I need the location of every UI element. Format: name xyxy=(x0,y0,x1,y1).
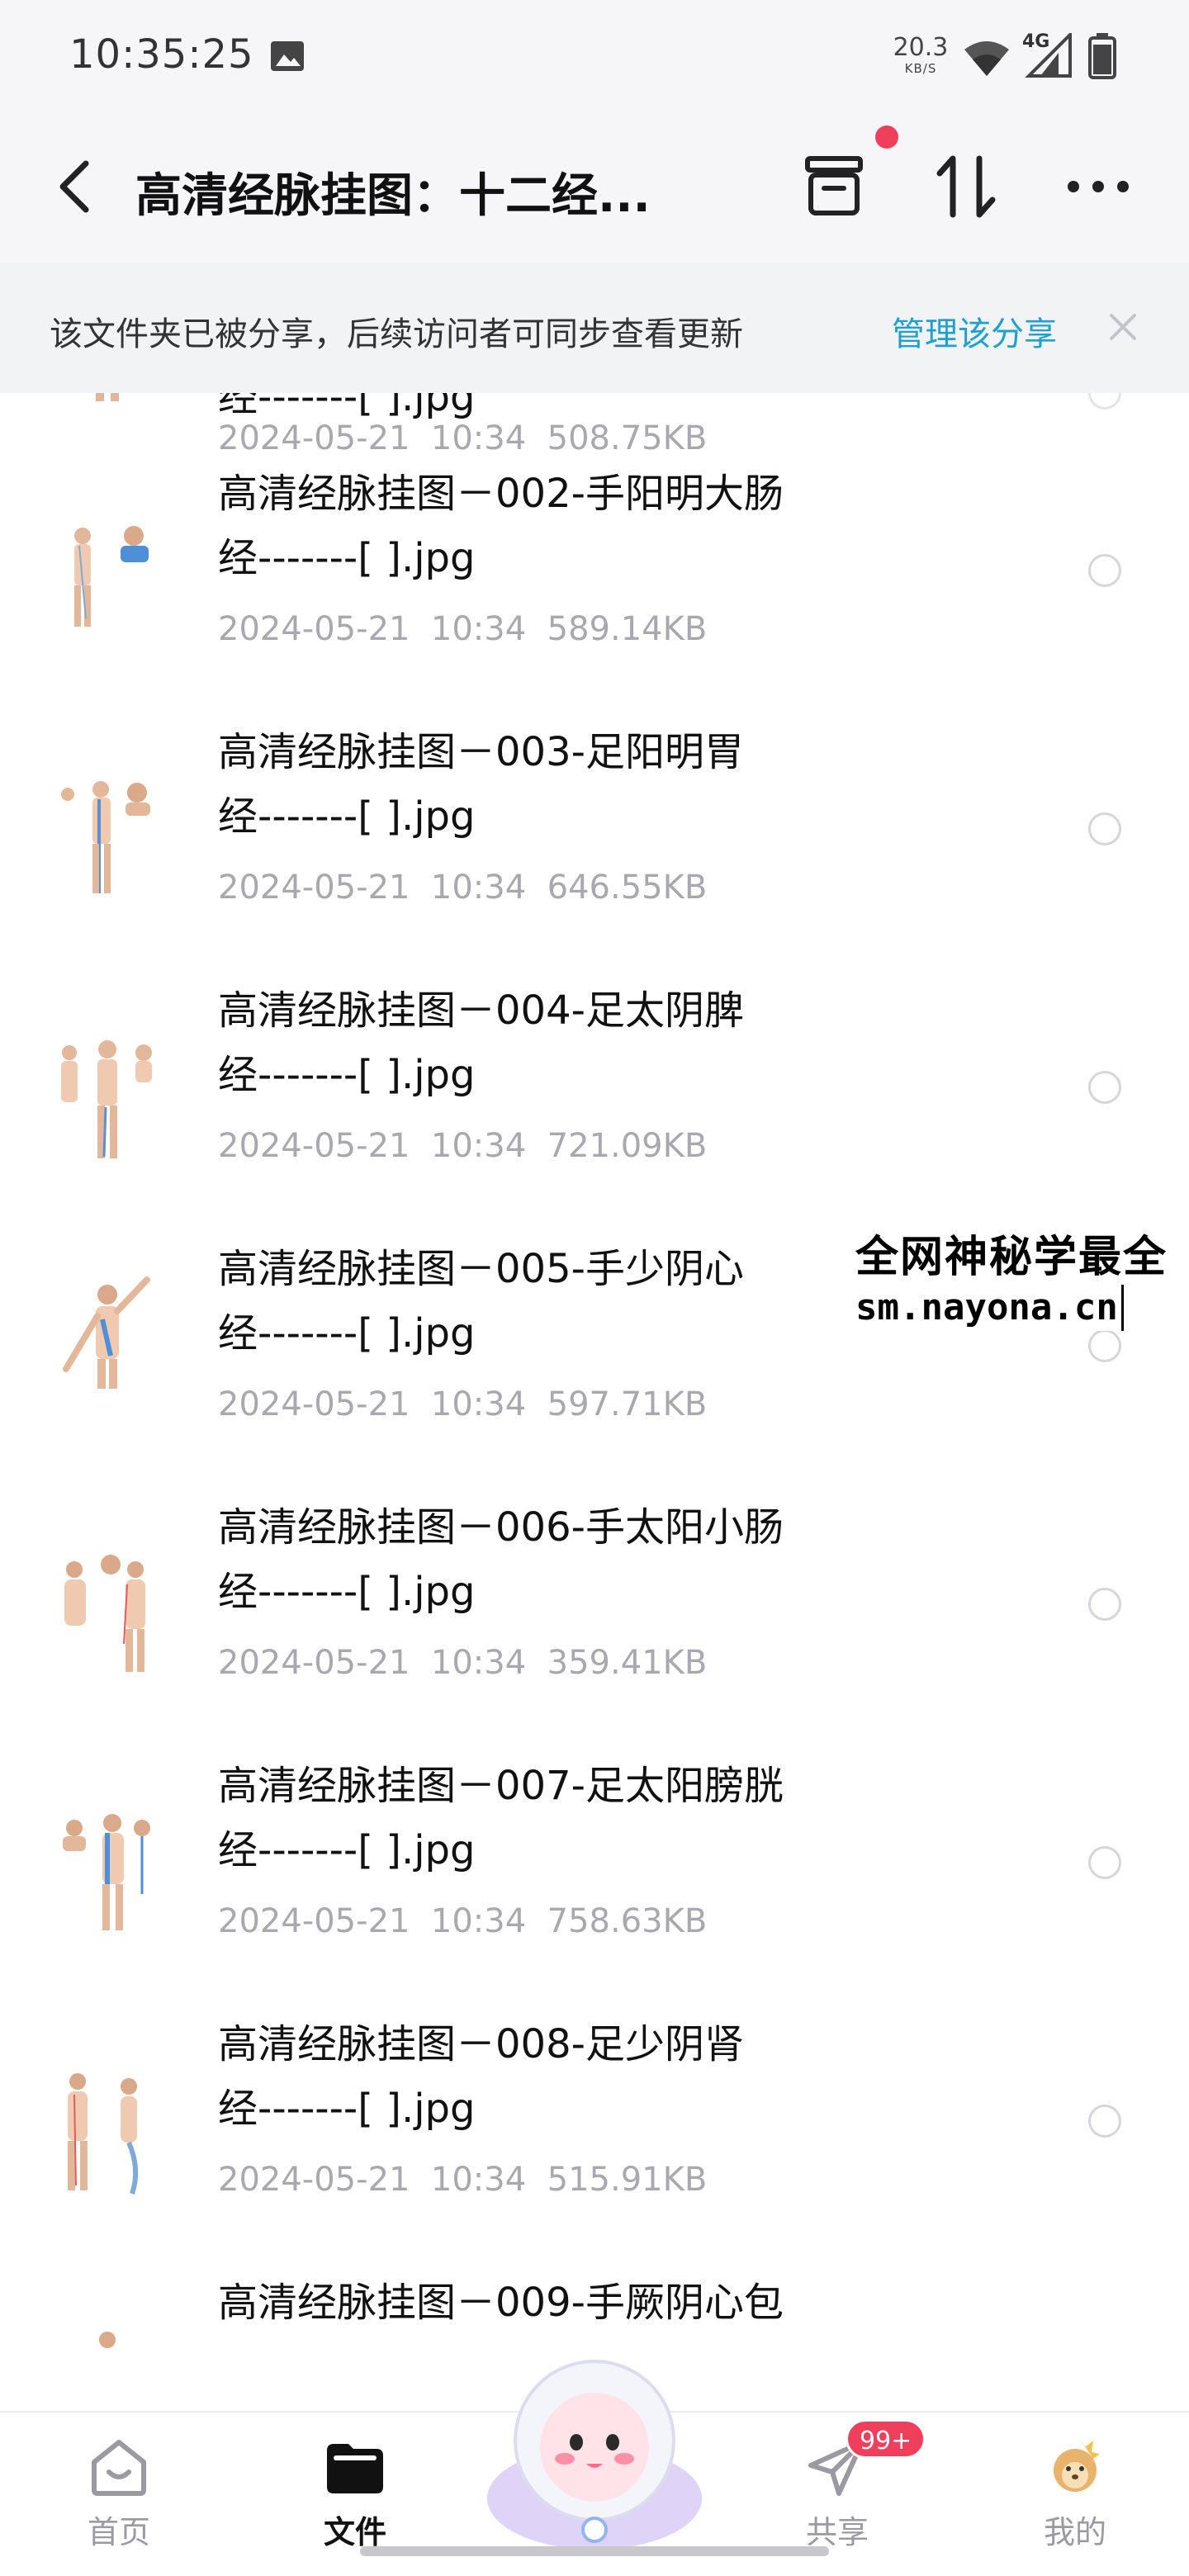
manage-share-link[interactable]: 管理该分享 xyxy=(892,307,1057,355)
more-icon[interactable] xyxy=(1065,177,1131,197)
file-list-item[interactable]: 经-------[ ].jpg 2024-05-21 10:34 508.75K… xyxy=(0,393,1189,462)
share-badge: 99+ xyxy=(846,2419,926,2459)
file-list-item[interactable]: 高清经脉挂图－006-手太阳小肠 经-------[ ].jpg 2024-05… xyxy=(0,1495,1189,1754)
file-name: 高清经脉挂图－008-足少阴肾 经-------[ ].jpg xyxy=(218,2021,744,2132)
file-name: 高清经脉挂图－004-足太阴脾 经-------[ ].jpg xyxy=(218,987,744,1098)
select-radio[interactable] xyxy=(1088,1588,1121,1621)
nav-item-me[interactable]: 我的 xyxy=(992,2413,1158,2576)
file-name: 高清经脉挂图－007-足太阳膀胱 经-------[ ].jpg xyxy=(218,1763,784,1873)
select-radio[interactable] xyxy=(1088,1846,1121,1879)
nav-label-share: 共享 xyxy=(805,2514,869,2550)
network-type: 4G xyxy=(1022,31,1050,52)
wifi-icon xyxy=(964,41,1009,76)
app-header: 高清经脉挂图：十二经... xyxy=(0,107,1189,263)
file-meta: 2024-05-21 10:34 597.71KB xyxy=(218,1385,708,1423)
file-list: 经-------[ ].jpg 2024-05-21 10:34 508.75K… xyxy=(0,393,1189,2411)
select-radio[interactable] xyxy=(1088,812,1121,845)
home-icon xyxy=(92,2440,146,2496)
home-indicator[interactable] xyxy=(360,2546,829,2556)
file-meta: 2024-05-21 10:34 646.55KB xyxy=(218,869,708,907)
page-title: 高清经脉挂图：十二经... xyxy=(135,169,651,223)
close-icon[interactable] xyxy=(1106,310,1139,343)
nav-label-me: 我的 xyxy=(1043,2514,1106,2550)
status-time: 10:35:25 xyxy=(69,31,254,78)
notification-dot xyxy=(875,125,898,149)
file-meta: 2024-05-21 10:34 359.41KB xyxy=(218,1644,708,1682)
select-radio[interactable] xyxy=(1088,393,1121,410)
file-list-item[interactable]: 高清经脉挂图－003-足阳明胃 经-------[ ].jpg 2024-05-… xyxy=(0,720,1189,978)
file-name: 高清经脉挂图－009-手厥阴心包 xyxy=(218,2280,784,2326)
file-thumbnail xyxy=(61,781,150,893)
nav-label-files: 文件 xyxy=(323,2514,386,2550)
file-meta: 2024-05-21 10:34 508.75KB xyxy=(218,419,708,457)
nav-item-home[interactable]: 首页 xyxy=(36,2413,201,2576)
battery-icon xyxy=(1088,33,1116,79)
file-thumbnail xyxy=(99,2332,116,2348)
watermark-overlay: 全网神秘学最全 sm.nayona.cn xyxy=(855,1230,1189,1331)
file-meta: 2024-05-21 10:34 758.63KB xyxy=(218,1902,708,1940)
file-thumbnail xyxy=(63,1276,150,1389)
network-speed-unit: KB/S xyxy=(904,61,937,76)
share-notice-text: 该文件夹已被分享，后续访问者可同步查看更新 xyxy=(50,315,743,353)
file-thumbnail xyxy=(96,393,119,401)
select-radio[interactable] xyxy=(1088,1071,1121,1104)
network-speed: 20.3 KB/S xyxy=(892,33,950,77)
back-icon[interactable] xyxy=(53,157,96,216)
file-meta: 2024-05-21 10:34 515.91KB xyxy=(218,2161,708,2199)
box-icon[interactable] xyxy=(801,154,867,220)
file-thumbnail xyxy=(74,526,149,627)
share-notice-banner: 该文件夹已被分享，后续访问者可同步查看更新 管理该分享 xyxy=(0,263,1189,393)
file-name: 高清经脉挂图－003-足阳明胃 经-------[ ].jpg xyxy=(218,729,744,840)
file-name: 高清经脉挂图－005-手少阴心 经-------[ ].jpg xyxy=(218,1246,744,1357)
file-name: 高清经脉挂图－006-手太阳小肠 经-------[ ].jpg xyxy=(218,1504,784,1615)
file-meta: 2024-05-21 10:34 589.14KB xyxy=(218,610,708,648)
file-meta: 2024-05-21 10:34 721.09KB xyxy=(218,1127,708,1165)
file-list-item[interactable]: 高清经脉挂图－008-足少阴肾 经-------[ ].jpg 2024-05-… xyxy=(0,2012,1189,2271)
file-thumbnail xyxy=(68,2073,139,2195)
mascot-assistant-icon[interactable] xyxy=(479,2350,710,2556)
file-thumbnail xyxy=(64,1555,145,1672)
file-name: 高清经脉挂图－002-手阳明大肠 经-------[ ].jpg xyxy=(218,471,784,581)
folder-icon xyxy=(327,2444,383,2493)
avatar-icon xyxy=(1054,2439,1100,2492)
nav-label-home: 首页 xyxy=(87,2514,150,2550)
file-thumbnail xyxy=(61,1040,152,1158)
network-speed-value: 20.3 xyxy=(893,33,949,62)
watermark-line-2: sm.nayona.cn xyxy=(855,1285,1124,1331)
file-list-item[interactable]: 高清经脉挂图－007-足太阳膀胱 经-------[ ].jpg 2024-05… xyxy=(0,1754,1189,2012)
image-icon xyxy=(271,41,304,71)
select-radio[interactable] xyxy=(1088,554,1121,587)
file-thumbnail xyxy=(63,1814,150,1930)
file-list-item[interactable]: 高清经脉挂图－002-手阳明大肠 经-------[ ].jpg 2024-05… xyxy=(0,462,1189,720)
status-bar: 10:35:25 20.3 KB/S 4G xyxy=(0,0,1189,107)
watermark-line-1: 全网神秘学最全 xyxy=(855,1233,1168,1282)
select-radio[interactable] xyxy=(1088,1329,1121,1362)
file-list-item[interactable]: 高清经脉挂图－004-足太阴脾 经-------[ ].jpg 2024-05-… xyxy=(0,978,1189,1237)
select-radio[interactable] xyxy=(1088,2105,1121,2138)
sort-icon[interactable] xyxy=(933,152,999,221)
